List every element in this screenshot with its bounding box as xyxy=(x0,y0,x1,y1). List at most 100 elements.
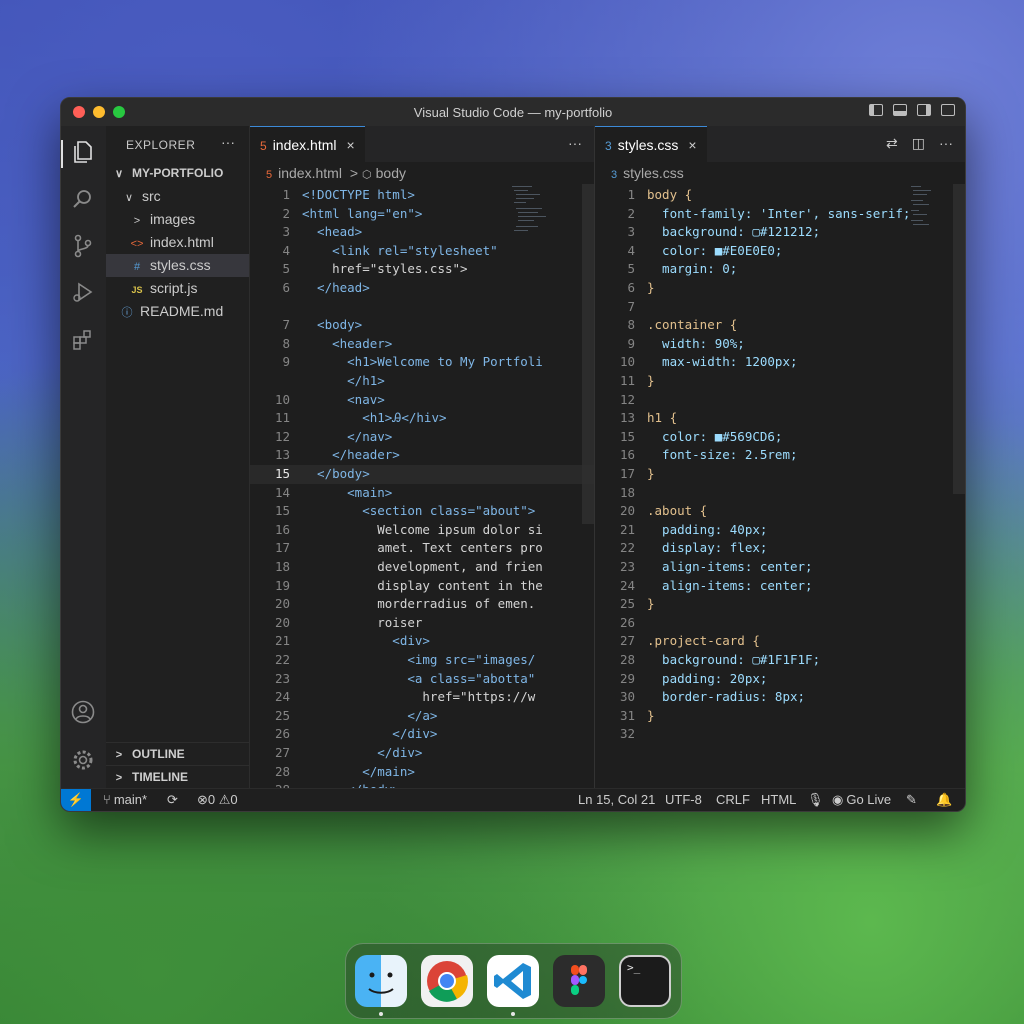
code-line[interactable]: 10 max-width: 1200px; xyxy=(595,353,965,372)
code-line[interactable]: 3 background: ▢#121212; xyxy=(595,223,965,242)
code-line[interactable]: 20 morderradius of emen. xyxy=(250,595,594,614)
code-line[interactable]: 28 </main> xyxy=(250,763,594,782)
branch-indicator[interactable]: ⑂ main* xyxy=(103,789,147,811)
code-line[interactable]: 20 .about { xyxy=(595,502,965,521)
extensions-icon[interactable] xyxy=(71,329,95,353)
code-line[interactable]: 26 </div> xyxy=(250,725,594,744)
scrollbar-left[interactable] xyxy=(582,184,594,524)
code-line[interactable]: 16 font-size: 2.5rem; xyxy=(595,446,965,465)
code-line[interactable]: 19 display content in the xyxy=(250,577,594,596)
code-line[interactable]: 15 </body> xyxy=(250,465,594,484)
code-line[interactable]: 25 </a> xyxy=(250,707,594,726)
toggle-secondary-sidebar-icon[interactable] xyxy=(917,104,931,116)
code-line[interactable]: 2 font-family: 'Inter', sans-serif; xyxy=(595,205,965,224)
code-line[interactable]: 28 background: ▢#1F1F1F; xyxy=(595,651,965,670)
code-line[interactable]: 13 h1 { xyxy=(595,409,965,428)
microphone-icon[interactable]: 🎙 xyxy=(807,789,824,811)
code-line[interactable]: 23 align-items: center; xyxy=(595,558,965,577)
chrome-icon[interactable] xyxy=(421,955,473,1007)
tree-item-index-html[interactable]: <> index.html xyxy=(106,231,249,254)
code-line[interactable]: 26 xyxy=(595,614,965,633)
code-area-right[interactable]: 1 body {2 font-family: 'Inter', sans-seri… xyxy=(595,184,965,789)
breadcrumb-file[interactable]: styles.css xyxy=(623,165,684,181)
code-line[interactable]: 31} xyxy=(595,707,965,726)
explorer-icon[interactable] xyxy=(71,140,95,164)
tree-item-readme[interactable]: ⓘ README.md xyxy=(106,300,249,323)
tab-styles-css[interactable]: 3 styles.css × xyxy=(595,126,707,163)
code-line[interactable]: 30 border-radius: 8px; xyxy=(595,688,965,707)
problems-indicator[interactable]: ⊗0 ⚠0 xyxy=(197,789,238,811)
code-line[interactable]: 18 development, and frien xyxy=(250,558,594,577)
breadcrumb-symbol[interactable]: body xyxy=(376,165,406,181)
code-line[interactable]: 15 color: ■#569CD6; xyxy=(595,428,965,447)
notifications-bell-icon[interactable]: 🔔 xyxy=(936,789,952,811)
code-line[interactable]: 5 margin: 0; xyxy=(595,260,965,279)
code-line[interactable]: 7 <body> xyxy=(250,316,594,335)
terminal-icon[interactable]: >_ xyxy=(619,955,671,1007)
code-line[interactable]: 9 width: 90%; xyxy=(595,335,965,354)
account-icon[interactable] xyxy=(71,700,95,724)
minimap-right[interactable] xyxy=(911,186,947,246)
go-live-button[interactable]: ◉ Go Live xyxy=(832,789,891,811)
remote-indicator-icon[interactable]: ⚡ xyxy=(61,789,91,811)
tab-index-html[interactable]: 5 index.html × xyxy=(250,126,365,163)
code-line[interactable]: 17 amet. Text centers pro xyxy=(250,539,594,558)
code-line[interactable]: 12 </nav> xyxy=(250,428,594,447)
code-line[interactable]: 14 <main> xyxy=(250,484,594,503)
code-line[interactable]: 27 </div> xyxy=(250,744,594,763)
split-editor-icon[interactable]: ◫ xyxy=(912,135,925,152)
code-line[interactable]: 9 <h1>Welcome to My Portfoli xyxy=(250,353,594,372)
code-area-left[interactable]: 1 <!DOCTYPE html> 2 <html lang="en"> 3 <head… xyxy=(250,184,594,789)
finder-icon[interactable] xyxy=(355,955,407,1007)
vscode-icon[interactable] xyxy=(487,955,539,1007)
sync-icon[interactable]: ⟳ xyxy=(167,789,178,811)
more-actions-button[interactable]: ··· xyxy=(568,135,582,151)
code-line[interactable]: 16 Welcome ipsum dolor si xyxy=(250,521,594,540)
figma-icon[interactable] xyxy=(553,955,605,1007)
tree-item-styles-css[interactable]: # styles.css xyxy=(106,254,249,277)
code-line[interactable] xyxy=(250,298,594,317)
code-line[interactable]: 17} xyxy=(595,465,965,484)
customize-layout-icon[interactable] xyxy=(941,104,955,116)
explorer-more-button[interactable]: ··· xyxy=(221,134,235,150)
timeline-section[interactable]: > TIMELINE xyxy=(106,765,249,788)
feedback-icon[interactable]: ✎ xyxy=(906,789,917,811)
code-line[interactable]: 25} xyxy=(595,595,965,614)
cursor-position[interactable]: Ln 15, Col 21 xyxy=(578,789,655,811)
code-line[interactable]: 8 .container { xyxy=(595,316,965,335)
language-mode[interactable]: HTML xyxy=(761,789,796,811)
encoding-indicator[interactable]: UTF-8 xyxy=(665,789,702,811)
code-line[interactable]: 8 <header> xyxy=(250,335,594,354)
breadcrumb-file[interactable]: index.html xyxy=(278,165,342,181)
code-line[interactable]: 15 <section class="about"> xyxy=(250,502,594,521)
more-actions-button[interactable]: ··· xyxy=(939,135,953,152)
close-tab-icon[interactable]: × xyxy=(347,137,355,153)
code-line[interactable]: 7 xyxy=(595,298,965,317)
code-line[interactable]: 20 roiser xyxy=(250,614,594,633)
eol-indicator[interactable]: CRLF xyxy=(716,789,750,811)
tree-item-images[interactable]: > images xyxy=(106,208,249,231)
code-line[interactable]: 6 </head> xyxy=(250,279,594,298)
code-line[interactable]: 24 align-items: center; xyxy=(595,577,965,596)
tree-item-script-js[interactable]: JS script.js xyxy=(106,277,249,300)
toggle-sidebar-icon[interactable] xyxy=(869,104,883,116)
source-control-icon[interactable] xyxy=(71,234,95,258)
code-line[interactable]: 21 <div> xyxy=(250,632,594,651)
code-line[interactable]: 22 display: flex; xyxy=(595,539,965,558)
code-line[interactable]: 5 href="styles.css"> xyxy=(250,260,594,279)
code-line[interactable]: 24 href="https://w xyxy=(250,688,594,707)
code-line[interactable]: 22 <img src="images/ xyxy=(250,651,594,670)
tree-item-src[interactable]: ∨ src xyxy=(106,185,249,208)
code-line[interactable]: 6} xyxy=(595,279,965,298)
outline-section[interactable]: > OUTLINE xyxy=(106,742,249,765)
code-line[interactable]: 13 </header> xyxy=(250,446,594,465)
toggle-panel-icon[interactable] xyxy=(893,104,907,116)
run-debug-icon[interactable] xyxy=(71,280,95,304)
minimap-left[interactable] xyxy=(512,186,548,246)
code-line[interactable]: 11 <h1>Ꭿ</hiv> xyxy=(250,409,594,428)
search-icon[interactable] xyxy=(71,188,95,212)
project-folder[interactable]: ∨ MY-PORTFOLIO xyxy=(106,162,249,185)
code-line[interactable]: 27 .project-card { xyxy=(595,632,965,651)
code-line[interactable]: 11} xyxy=(595,372,965,391)
settings-gear-icon[interactable] xyxy=(71,748,95,772)
